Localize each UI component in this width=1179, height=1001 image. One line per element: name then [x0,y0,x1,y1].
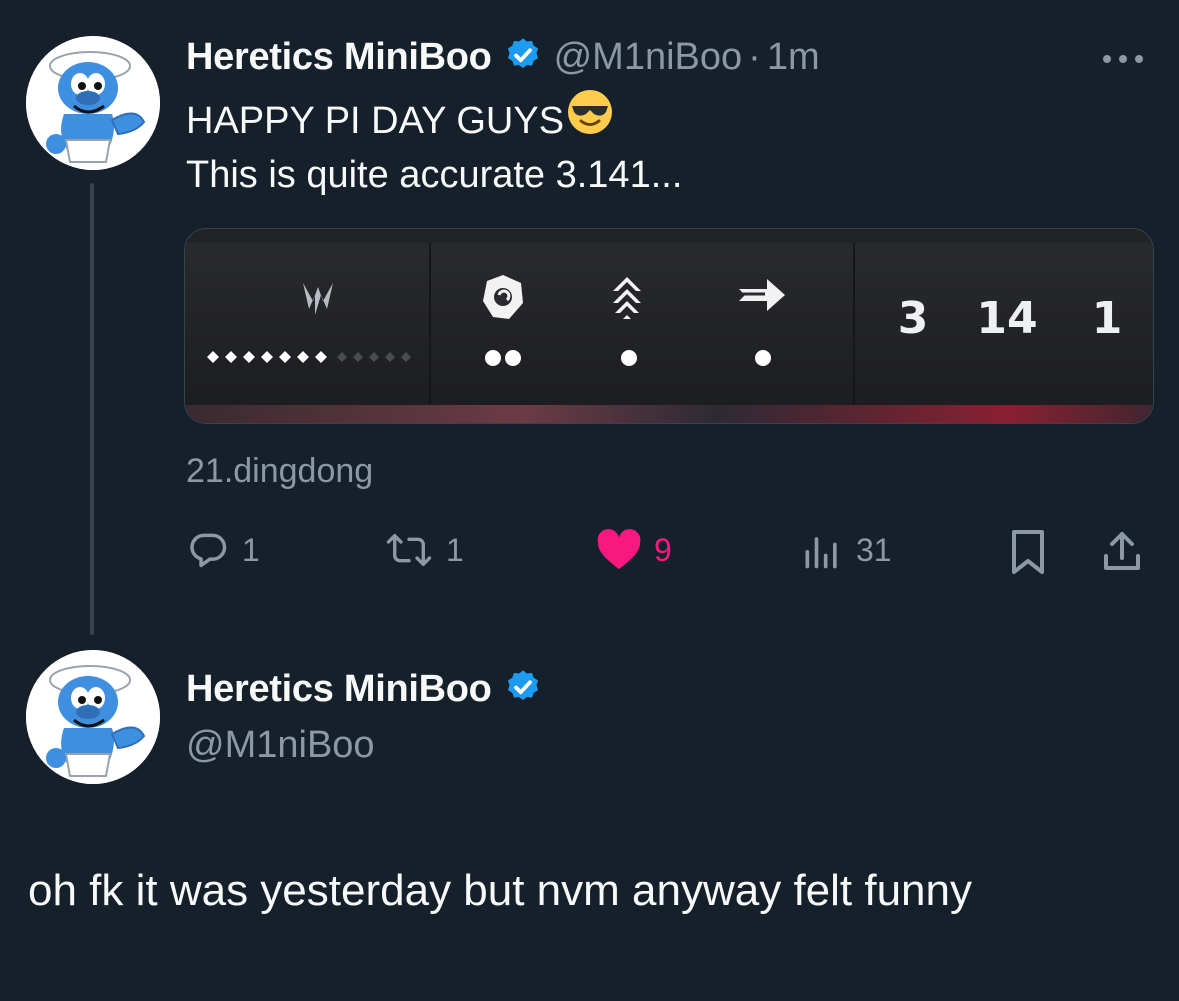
author-name[interactable]: Heretics MiniBoo [186,36,492,79]
views-chart-icon [805,537,837,569]
score-number-1: 3 [898,293,929,344]
tweet-text-content: HAPPY PI DAY GUYS [186,99,565,142]
smurf-avatar-image [26,36,160,170]
reply-avatar[interactable] [26,650,160,784]
share-icon [1104,532,1140,570]
retweet-count: 1 [446,531,464,568]
tweet-text-line-2: This is quite accurate 3.141... [186,154,683,196]
more-horizontal-icon [1103,55,1143,63]
heart-icon [597,529,641,570]
bookmark-icon [1012,530,1044,574]
bookmark-button[interactable] [1006,528,1050,581]
like-count: 9 [654,531,672,568]
reply-action[interactable]: 1 [186,528,260,572]
reply-text: oh fk it was yesterday but nvm anyway fe… [28,866,973,915]
verified-badge-icon [504,36,542,79]
views-count: 31 [856,531,892,568]
smurf-avatar-image [26,650,160,784]
reply-author-handle[interactable]: @M1niBoo [186,724,375,767]
more-options-button[interactable] [1098,44,1148,74]
timestamp[interactable]: 1m [767,36,820,79]
score-number-2: 14 [976,293,1037,344]
sunglasses-emoji-icon [566,88,614,153]
game-hud-screenshot: 3 14 1 [185,229,1153,423]
reply-icon [190,533,227,568]
views-action[interactable]: 31 [800,528,892,572]
score-number-3: 1 [1092,293,1123,344]
tweet-media-image[interactable]: 3 14 1 [184,228,1154,424]
reply-author-name[interactable]: Heretics MiniBoo [186,668,492,711]
reply-count: 1 [242,531,260,568]
source-label[interactable]: 21.dingdong [186,452,373,491]
thread-connector-line [90,183,94,635]
separator-dot: · [748,36,761,78]
reply-header: Heretics MiniBoo [186,668,542,711]
share-button[interactable] [1098,528,1146,581]
like-action[interactable]: 9 [596,528,672,572]
tweet-header: Heretics MiniBoo @M1niBoo · 1m [186,36,820,79]
retweet-action[interactable]: 1 [384,528,464,572]
author-handle[interactable]: @M1niBoo [554,36,743,79]
retweet-icon [386,534,432,566]
verified-badge-icon [504,668,542,711]
avatar[interactable] [26,36,160,170]
tweet-text-line-1: HAPPY PI DAY GUYS [186,88,614,153]
